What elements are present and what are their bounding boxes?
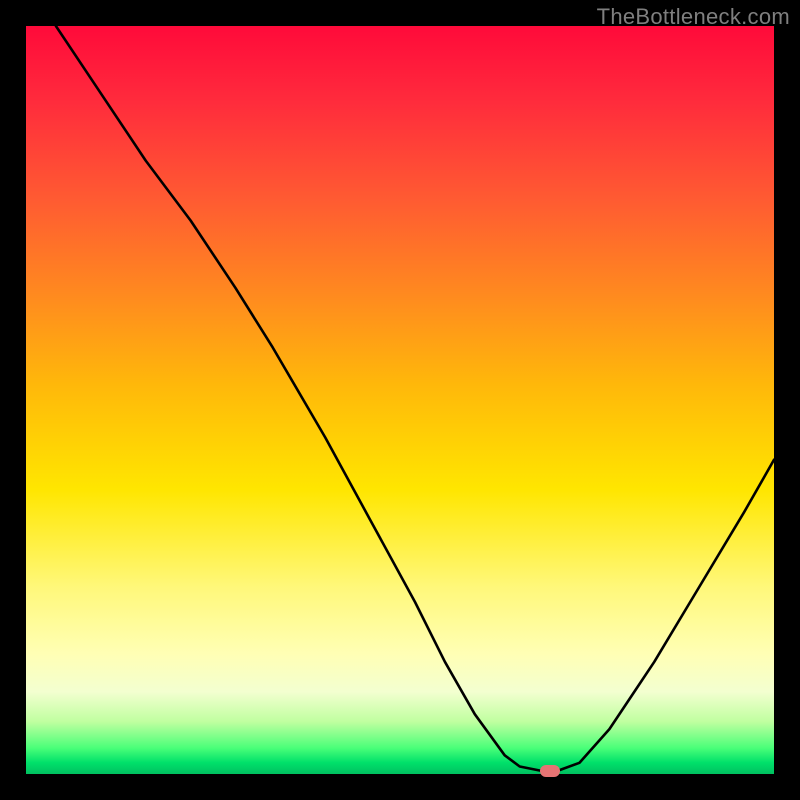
bottleneck-curve [56, 26, 774, 771]
chart-frame: TheBottleneck.com [0, 0, 800, 800]
optimal-marker [540, 765, 560, 777]
plot-area [26, 26, 774, 774]
curve-svg [26, 26, 774, 774]
